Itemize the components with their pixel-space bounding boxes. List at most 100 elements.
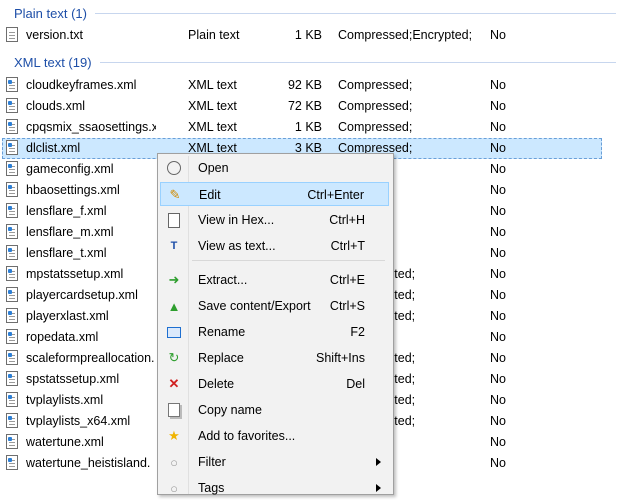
file-flag: No	[490, 372, 506, 386]
xml-file-icon	[6, 245, 20, 262]
table-row[interactable]: cloudkeyframes.xml XML text 92 KB Compresse…	[0, 75, 626, 96]
filter-icon: ○	[170, 454, 178, 470]
menu-item-rename[interactable]: Rename F2	[160, 320, 389, 344]
menu-item-save-content-export[interactable]: ▲ Save content/Export Ctrl+S	[160, 294, 389, 318]
replace-icon: ↻	[168, 350, 180, 365]
file-name: cloudkeyframes.xml	[26, 78, 137, 92]
xml-file-icon	[6, 350, 20, 367]
file-flag: No	[490, 267, 506, 281]
file-size: 1 KB	[294, 120, 322, 134]
export-icon: ▲	[167, 298, 181, 314]
group-header-plain-text[interactable]: Plain text (1)	[0, 2, 626, 24]
menu-item-view-as-text[interactable]: T View as text... Ctrl+T	[160, 234, 389, 258]
text-file-icon	[6, 27, 20, 44]
menu-item-label: Add to favorites...	[198, 429, 296, 443]
group-divider	[99, 61, 616, 63]
file-flag: No	[490, 414, 506, 428]
xml-file-icon	[6, 140, 20, 157]
menu-item-view-in-hex[interactable]: View in Hex... Ctrl+H	[160, 208, 389, 232]
xml-file-icon	[6, 455, 20, 472]
menu-item-label: View as text...	[198, 239, 276, 253]
file-name: playerxlast.xml	[26, 309, 109, 323]
file-name: lensflare_m.xml	[26, 225, 114, 239]
group-divider	[94, 12, 616, 14]
file-name: lensflare_t.xml	[26, 246, 107, 260]
menu-item-label: Extract...	[198, 273, 248, 287]
file-attributes: Compressed;Encrypted;	[338, 28, 473, 42]
delete-icon: ✕	[168, 376, 180, 391]
menu-item-add-to-favorites[interactable]: ★ Add to favorites...	[160, 424, 389, 448]
xml-file-icon	[6, 371, 20, 388]
file-name: scaleformpreallocation.	[26, 351, 155, 365]
file-name: hbaosettings.xml	[26, 183, 120, 197]
menu-item-label: Delete	[198, 377, 235, 391]
menu-item-filter[interactable]: ○ Filter	[160, 450, 389, 474]
file-flag: No	[490, 246, 506, 260]
menu-item-replace[interactable]: ↻ Replace Shift+Ins	[160, 346, 389, 370]
file-flag: No	[490, 162, 506, 176]
file-name: spstatssetup.xml	[26, 372, 120, 386]
file-flag: No	[490, 28, 506, 42]
menu-item-delete[interactable]: ✕ Delete Del	[160, 372, 389, 396]
table-row[interactable]: cpqsmix_ssaosettings.xml XML text 1 KB Comp…	[0, 117, 626, 138]
xml-file-icon	[6, 161, 20, 178]
file-name: ropedata.xml	[26, 330, 99, 344]
menu-item-label: View in Hex...	[198, 213, 275, 227]
menu-item-extract[interactable]: ➜ Extract... Ctrl+E	[160, 268, 389, 292]
table-row[interactable]: version.txt Plain text 1 KB Compressed;E…	[0, 25, 626, 46]
file-flag: No	[490, 120, 506, 134]
menu-item-shortcut: Ctrl+H	[329, 213, 365, 227]
file-flag: No	[490, 309, 506, 323]
star-icon: ★	[168, 428, 180, 443]
xml-file-icon	[6, 308, 20, 325]
file-name: dlclist.xml	[26, 141, 81, 155]
file-type: XML text	[188, 78, 237, 92]
file-flag: No	[490, 183, 506, 197]
tag-icon: ○	[170, 480, 178, 496]
file-name: cpqsmix_ssaosettings.xml	[26, 120, 156, 134]
menu-item-label: Edit	[199, 188, 221, 202]
open-icon	[166, 160, 182, 176]
file-flag: No	[490, 330, 506, 344]
file-flag: No	[490, 435, 506, 449]
menu-item-shortcut: F2	[350, 325, 365, 339]
file-attributes: Compressed;	[338, 99, 413, 113]
menu-item-label: Save content/Export	[198, 299, 311, 313]
menu-separator	[192, 260, 385, 261]
menu-item-copy-name[interactable]: Copy name	[160, 398, 389, 422]
file-attributes: Compressed;	[338, 120, 413, 134]
menu-item-shortcut: Del	[346, 377, 365, 391]
file-type: XML text	[188, 120, 237, 134]
file-flag: No	[490, 225, 506, 239]
xml-file-icon	[6, 413, 20, 430]
xml-file-icon	[6, 287, 20, 304]
file-name: tvplaylists.xml	[26, 393, 104, 407]
xml-file-icon	[6, 392, 20, 409]
file-flag: No	[490, 141, 506, 155]
file-flag: No	[490, 99, 506, 113]
menu-item-shortcut: Ctrl+S	[329, 299, 365, 313]
xml-file-icon	[6, 119, 20, 136]
file-name: playercardsetup.xml	[26, 288, 138, 302]
menu-item-open[interactable]: Open	[160, 156, 389, 180]
group-header-xml-text[interactable]: XML text (19)	[0, 51, 626, 73]
menu-item-shortcut: Shift+Ins	[316, 351, 365, 365]
file-flag: No	[490, 204, 506, 218]
file-size: 72 KB	[287, 99, 322, 113]
menu-item-label: Tags	[198, 481, 225, 495]
table-row[interactable]: clouds.xml XML text 72 KB Compressed; No	[0, 96, 626, 117]
edit-icon: ✎	[169, 187, 181, 202]
file-size: 92 KB	[287, 78, 322, 92]
menu-item-tags[interactable]: ○ Tags	[160, 476, 389, 500]
menu-item-label: Replace	[198, 351, 244, 365]
menu-item-edit[interactable]: ✎ Edit Ctrl+Enter	[160, 182, 389, 206]
rename-icon	[166, 324, 182, 340]
menu-item-shortcut: Ctrl+T	[330, 239, 365, 253]
xml-file-icon	[6, 434, 20, 451]
xml-file-icon	[6, 224, 20, 241]
menu-item-label: Copy name	[198, 403, 262, 417]
file-name: tvplaylists_x64.xml	[26, 414, 131, 428]
file-name: version.txt	[26, 28, 83, 42]
extract-icon: ➜	[168, 272, 180, 287]
text-view-icon: T	[170, 240, 178, 252]
